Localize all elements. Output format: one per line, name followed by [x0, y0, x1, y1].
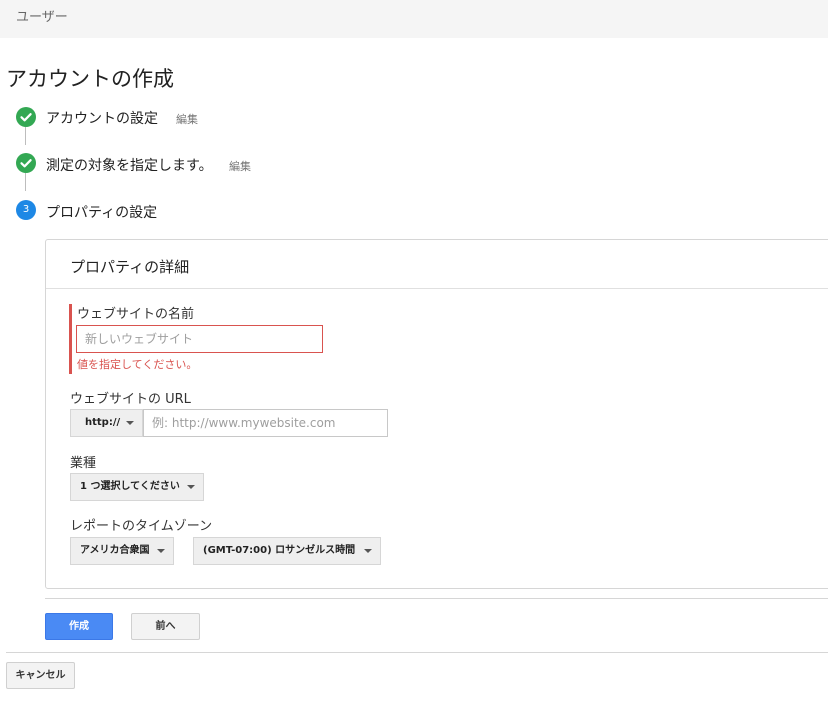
- industry-value: 1 つ選択してください: [80, 481, 180, 492]
- chevron-down-icon: [187, 485, 195, 489]
- industry-label: 業種: [70, 456, 97, 471]
- chevron-down-icon: [126, 421, 134, 425]
- footer-divider: [6, 652, 828, 653]
- site-name-label: ウェブサイトの名前: [77, 307, 195, 322]
- timezone-label: レポートのタイムゾーン: [70, 519, 213, 534]
- edit-account-link[interactable]: 編集: [176, 111, 198, 127]
- breadcrumb[interactable]: ユーザー: [16, 6, 68, 25]
- form-divider: [45, 598, 828, 599]
- previous-button[interactable]: 前へ: [131, 613, 200, 640]
- chevron-down-icon: [364, 549, 372, 553]
- edit-target-link[interactable]: 編集: [229, 158, 251, 174]
- cancel-button[interactable]: キャンセル: [6, 662, 75, 689]
- property-details-panel: プロパティの詳細 ウェブサイトの名前 値を指定してください。 ウェブサイトの U…: [45, 239, 828, 589]
- step-label-target: 測定の対象を指定します。: [46, 158, 213, 174]
- timezone-country-select[interactable]: アメリカ合衆国: [70, 537, 174, 565]
- site-name-input[interactable]: [76, 325, 323, 353]
- step-connector: [25, 127, 26, 145]
- page-title: アカウントの作成: [6, 67, 174, 91]
- site-url-input[interactable]: [143, 409, 388, 437]
- site-name-error: 値を指定してください。: [77, 358, 198, 371]
- protocol-value: http://: [85, 417, 121, 428]
- panel-divider: [46, 288, 828, 289]
- chevron-down-icon: [157, 549, 165, 553]
- panel-title: プロパティの詳細: [70, 258, 190, 276]
- timezone-country-value: アメリカ合衆国: [80, 545, 150, 556]
- timezone-zone-value: (GMT-07:00) ロサンゼルス時間: [203, 545, 356, 556]
- site-url-label: ウェブサイトの URL: [70, 392, 191, 407]
- check-icon: [16, 153, 36, 173]
- error-indicator-bar: [69, 304, 72, 374]
- step-label-account: アカウントの設定: [46, 111, 158, 127]
- step-connector: [25, 173, 26, 191]
- timezone-zone-select[interactable]: (GMT-07:00) ロサンゼルス時間: [193, 537, 381, 565]
- top-bar: ユーザー: [0, 0, 828, 38]
- protocol-select[interactable]: http://: [70, 409, 143, 437]
- step-label-property: プロパティの設定: [46, 205, 158, 221]
- industry-select[interactable]: 1 つ選択してください: [70, 473, 204, 501]
- create-button[interactable]: 作成: [45, 613, 113, 640]
- step-number-badge: 3: [16, 200, 36, 220]
- check-icon: [16, 107, 36, 127]
